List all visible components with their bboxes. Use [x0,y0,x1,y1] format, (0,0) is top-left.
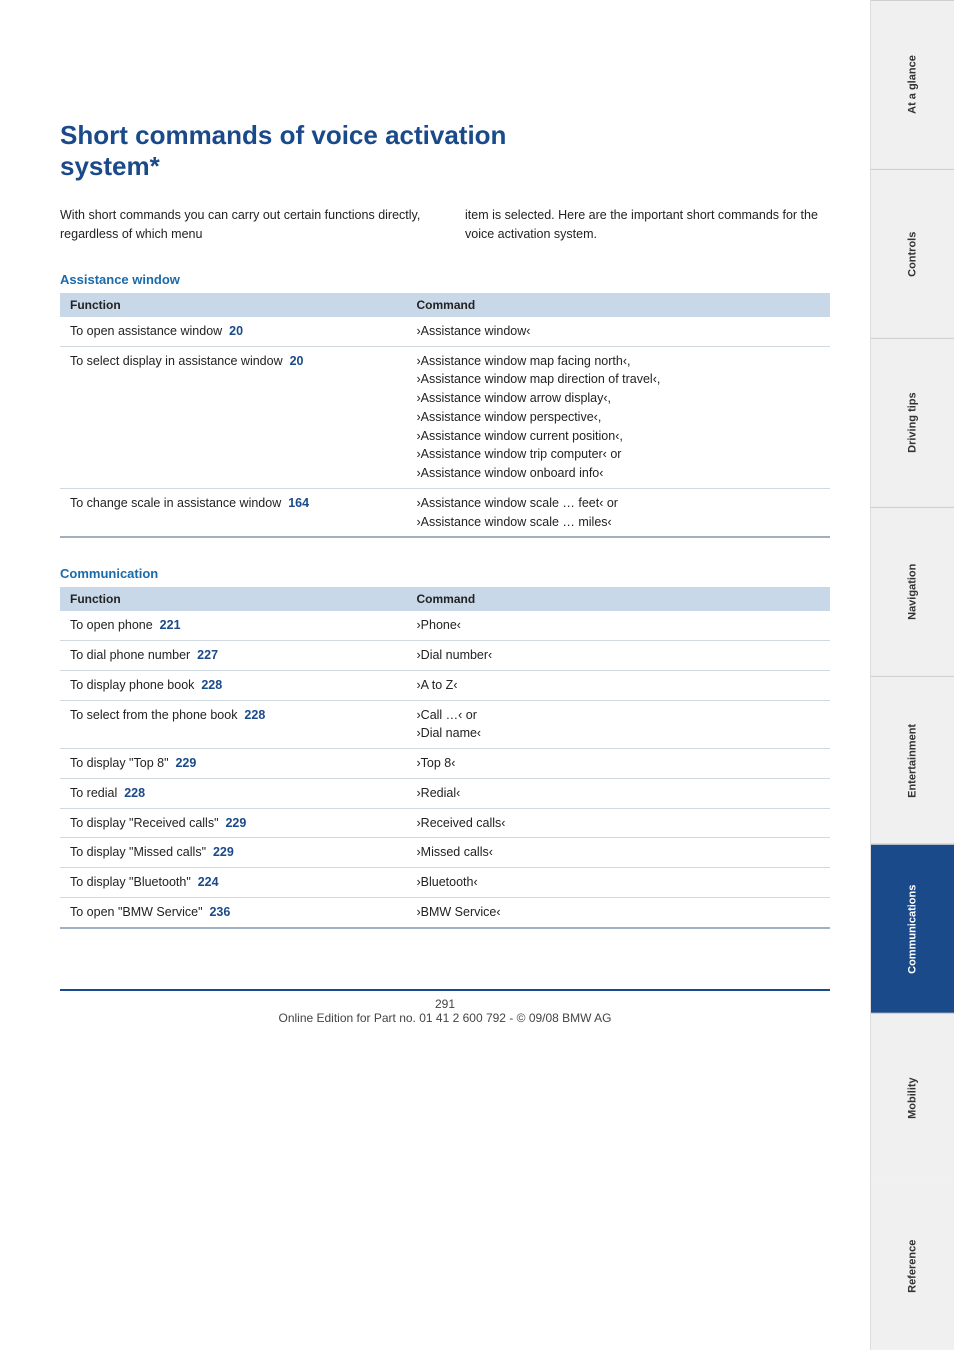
intro-left: With short commands you can carry out ce… [60,206,425,244]
footer-text: Online Edition for Part no. 01 41 2 600 … [278,1011,611,1025]
function-cell: To open phone 221 [60,611,407,640]
command-cell: ›Assistance window scale … feet‹ or ›Ass… [407,488,831,537]
table-row: To display "Bluetooth" 224›Bluetooth‹ [60,868,830,898]
command-cell: ›Bluetooth‹ [407,868,831,898]
intro-right: item is selected. Here are the important… [465,206,830,244]
table-row: To select from the phone book 228›Call …… [60,700,830,749]
function-cell: To display "Bluetooth" 224 [60,868,407,898]
table-row: To open assistance window 20›Assistance … [60,317,830,346]
command-cell: ›Phone‹ [407,611,831,640]
page-ref: 229 [225,816,246,830]
command-cell: ›Missed calls‹ [407,838,831,868]
function-cell: To open "BMW Service" 236 [60,897,407,927]
page-ref: 224 [198,875,219,889]
command-cell: ›BMW Service‹ [407,897,831,927]
function-cell: To select display in assistance window 2… [60,346,407,488]
table-row: To display "Missed calls" 229›Missed cal… [60,838,830,868]
command-cell: ›Dial number‹ [407,641,831,671]
intro-text: With short commands you can carry out ce… [60,206,830,244]
command-cell: ›Received calls‹ [407,808,831,838]
col-function-header: Function [60,293,407,317]
communication-title: Communication [60,566,830,581]
command-cell: ›Redial‹ [407,778,831,808]
page-ref: 164 [288,496,309,510]
assistance-window-section: Assistance window Function Command To op… [60,272,830,539]
col-function-header: Function [60,587,407,611]
sidebar-tab-controls[interactable]: Controls [871,169,954,338]
table-row: To display "Received calls" 229›Received… [60,808,830,838]
table-row: To dial phone number 227›Dial number‹ [60,641,830,671]
page-ref: 228 [124,786,145,800]
page-ref: 221 [160,618,181,632]
sidebar-tab-navigation[interactable]: Navigation [871,507,954,676]
sidebar: At a glanceControlsDriving tipsNavigatio… [870,0,954,1350]
function-cell: To display "Top 8" 229 [60,749,407,779]
page-ref: 228 [244,708,265,722]
page-ref: 236 [209,905,230,919]
table-row: To open "BMW Service" 236›BMW Service‹ [60,897,830,927]
command-cell: ›Assistance window map facing north‹, ›A… [407,346,831,488]
page-ref: 20 [229,324,243,338]
communication-table: Function Command To open phone 221›Phone… [60,587,830,928]
footer: 291 Online Edition for Part no. 01 41 2 … [60,989,830,1025]
col-command-header: Command [407,587,831,611]
communication-section: Communication Function Command To open p… [60,566,830,928]
table-row: To change scale in assistance window 164… [60,488,830,537]
command-cell: ›A to Z‹ [407,670,831,700]
sidebar-tab-driving-tips[interactable]: Driving tips [871,338,954,507]
assistance-window-table: Function Command To open assistance wind… [60,293,830,539]
sidebar-tab-communications[interactable]: Communications [871,844,954,1013]
main-content: Short commands of voice activation syste… [0,0,870,1350]
sidebar-tab-at-a-glance[interactable]: At a glance [871,0,954,169]
sidebar-tab-reference[interactable]: Reference [871,1182,954,1350]
page-ref: 228 [201,678,222,692]
function-cell: To display "Missed calls" 229 [60,838,407,868]
function-cell: To display phone book 228 [60,670,407,700]
function-cell: To redial 228 [60,778,407,808]
table-header-row: Function Command [60,293,830,317]
table-header-row: Function Command [60,587,830,611]
function-cell: To dial phone number 227 [60,641,407,671]
footer-page: 291 [435,997,455,1011]
assistance-window-title: Assistance window [60,272,830,287]
table-row: To open phone 221›Phone‹ [60,611,830,640]
page-ref: 20 [290,354,304,368]
table-row: To display "Top 8" 229›Top 8‹ [60,749,830,779]
command-cell: ›Top 8‹ [407,749,831,779]
function-cell: To open assistance window 20 [60,317,407,346]
col-command-header: Command [407,293,831,317]
function-cell: To display "Received calls" 229 [60,808,407,838]
page-ref: 229 [213,845,234,859]
page-title: Short commands of voice activation syste… [60,120,830,182]
table-row: To display phone book 228›A to Z‹ [60,670,830,700]
page-ref: 229 [175,756,196,770]
function-cell: To select from the phone book 228 [60,700,407,749]
sidebar-tab-mobility[interactable]: Mobility [871,1013,954,1182]
table-row: To redial 228›Redial‹ [60,778,830,808]
command-cell: ›Assistance window‹ [407,317,831,346]
table-row: To select display in assistance window 2… [60,346,830,488]
command-cell: ›Call …‹ or ›Dial name‹ [407,700,831,749]
function-cell: To change scale in assistance window 164 [60,488,407,537]
sidebar-tab-entertainment[interactable]: Entertainment [871,676,954,845]
page-ref: 227 [197,648,218,662]
